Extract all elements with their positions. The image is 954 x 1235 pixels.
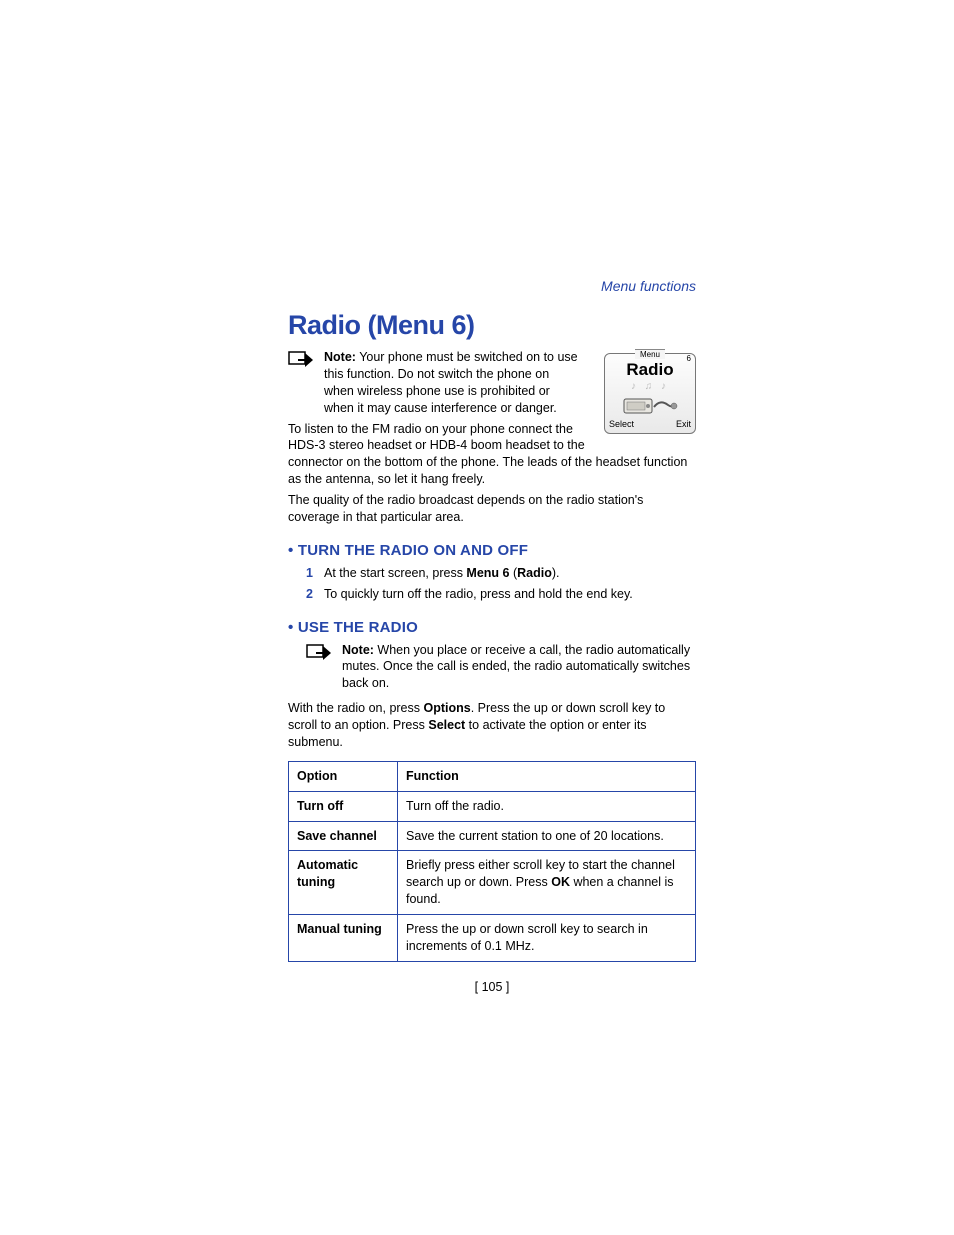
note-body: When you place or receive a call, the ra… (342, 643, 690, 691)
cell-text: Turn off the radio. (406, 799, 504, 813)
radio-icon (609, 394, 691, 416)
note-label: Note: (324, 350, 356, 364)
table-header-row: Option Function (289, 761, 696, 791)
note-icon (306, 644, 332, 667)
table-row: Automatic tuning Briefly press either sc… (289, 851, 696, 915)
section-heading-1: TURN THE RADIO ON AND OFF (288, 542, 696, 559)
step-bold: Radio (517, 566, 552, 580)
step-1: 1 At the start screen, press Menu 6 (Rad… (306, 565, 696, 582)
table-row: Turn off Turn off the radio. (289, 791, 696, 821)
option-name: Turn off (289, 791, 398, 821)
option-function: Turn off the radio. (398, 791, 696, 821)
step-bold: Menu 6 (466, 566, 509, 580)
option-name: Automatic tuning (289, 851, 398, 915)
note-text-1: Note: Your phone must be switched on to … (324, 349, 580, 417)
note-label: Note: (342, 643, 374, 657)
steps-list-1: 1 At the start screen, press Menu 6 (Rad… (306, 565, 696, 603)
note-icon (288, 351, 314, 374)
table-header-function: Function (398, 761, 696, 791)
page-title: Radio (Menu 6) (288, 310, 696, 341)
cell-bold: OK (551, 875, 570, 889)
page-number: [ 105 ] (288, 980, 696, 994)
step-text: To quickly turn off the radio, press and… (324, 587, 633, 601)
phone-menu-label: Menu (635, 349, 665, 359)
phone-display: Menu 6 Radio ♪ ♫ ♪ Select Exit (604, 353, 696, 434)
music-notes-icon: ♪ ♫ ♪ (609, 381, 691, 392)
para-bold: Options (423, 701, 470, 715)
phone-left-softkey: Select (609, 419, 634, 429)
phone-app-title: Radio (609, 360, 691, 380)
table-row: Manual tuning Press the up or down scrol… (289, 915, 696, 962)
phone-menu-number: 6 (687, 354, 691, 363)
phone-screenshot: Menu 6 Radio ♪ ♫ ♪ Select Exit (604, 353, 696, 434)
cell-text: Save the current station to one of 20 lo… (406, 829, 664, 843)
step-text: ). (552, 566, 560, 580)
option-function: Briefly press either scroll key to start… (398, 851, 696, 915)
note-text-2: Note: When you place or receive a call, … (342, 642, 696, 693)
step-text: ( (509, 566, 517, 580)
document-page: Menu functions Radio (Menu 6) Menu 6 Rad… (288, 278, 696, 994)
option-name: Save channel (289, 821, 398, 851)
step-2: 2 To quickly turn off the radio, press a… (306, 586, 696, 603)
step-number: 1 (306, 565, 313, 582)
paragraph-3: With the radio on, press Options. Press … (288, 700, 696, 751)
option-function: Press the up or down scroll key to searc… (398, 915, 696, 962)
step-number: 2 (306, 586, 313, 603)
phone-softkeys: Select Exit (609, 419, 691, 429)
options-table: Option Function Turn off Turn off the ra… (288, 761, 696, 962)
table-header-option: Option (289, 761, 398, 791)
para-text: With the radio on, press (288, 701, 423, 715)
option-name: Manual tuning (289, 915, 398, 962)
option-function: Save the current station to one of 20 lo… (398, 821, 696, 851)
cell-text: Press the up or down scroll key to searc… (406, 922, 648, 953)
note-body: Your phone must be switched on to use th… (324, 350, 578, 415)
para-bold: Select (428, 718, 465, 732)
breadcrumb: Menu functions (288, 278, 696, 294)
note-block-2: Note: When you place or receive a call, … (306, 642, 696, 693)
paragraph-2: The quality of the radio broadcast depen… (288, 492, 696, 526)
step-text: At the start screen, press (324, 566, 466, 580)
table-row: Save channel Save the current station to… (289, 821, 696, 851)
note-block-1: Note: Your phone must be switched on to … (288, 349, 580, 417)
phone-right-softkey: Exit (676, 419, 691, 429)
section-heading-2: USE THE RADIO (288, 619, 696, 636)
